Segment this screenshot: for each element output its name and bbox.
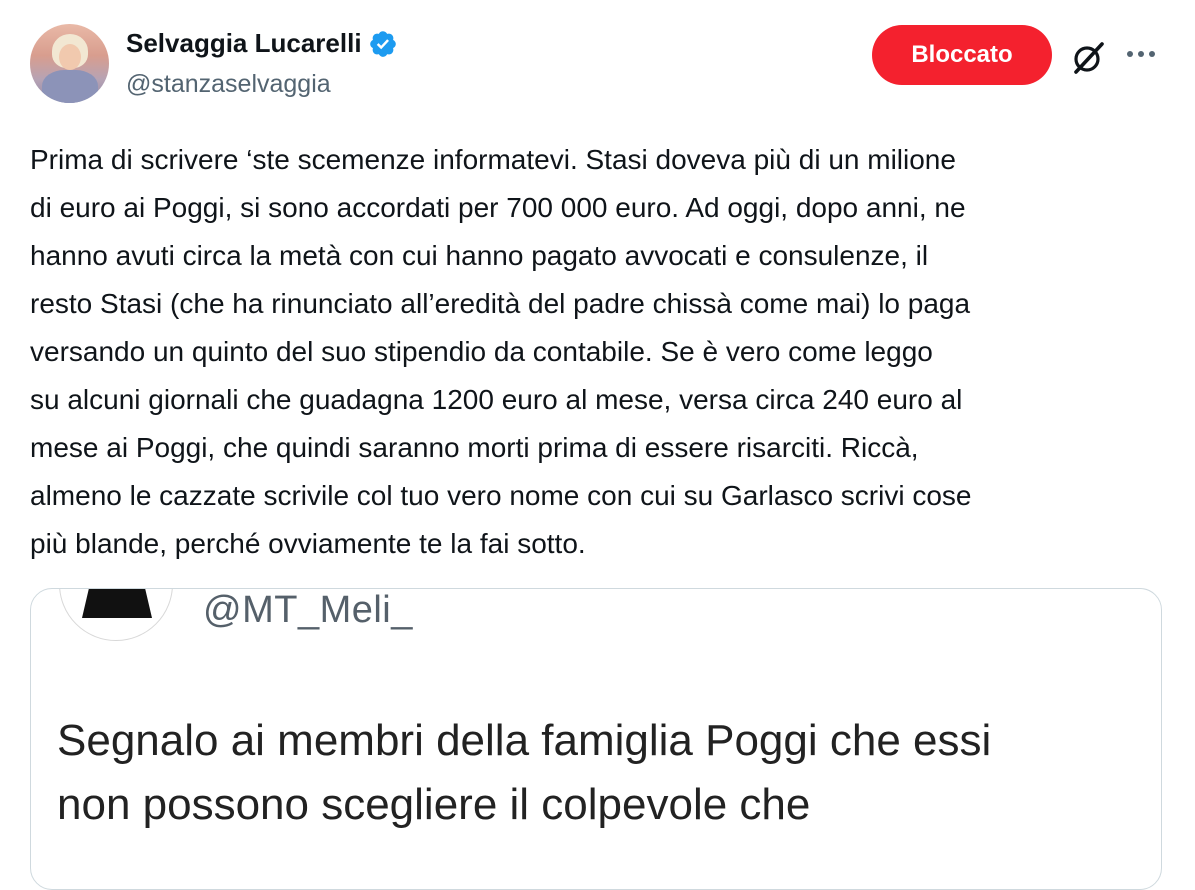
- author-handle[interactable]: @stanzaselvaggia: [126, 70, 331, 99]
- author-avatar[interactable]: [30, 24, 109, 103]
- tweet-text: Prima di scrivere ‘ste scemenze informat…: [30, 144, 972, 559]
- quoted-handle: @MT_Meli_: [203, 589, 413, 631]
- quoted-avatar: [59, 589, 173, 641]
- more-icon[interactable]: [1124, 42, 1158, 66]
- author-display-name[interactable]: Selvaggia Lucarelli: [126, 28, 362, 59]
- verified-badge-icon[interactable]: [368, 29, 398, 59]
- grok-icon[interactable]: [1068, 38, 1108, 78]
- quoted-tweet-card[interactable]: @MT_Meli_ Segnalo ai membri della famigl…: [30, 588, 1162, 890]
- author-name-row: Selvaggia Lucarelli: [126, 28, 398, 59]
- blocked-button[interactable]: Bloccato: [872, 25, 1052, 85]
- quoted-text: Segnalo ai membri della famiglia Poggi c…: [57, 716, 992, 829]
